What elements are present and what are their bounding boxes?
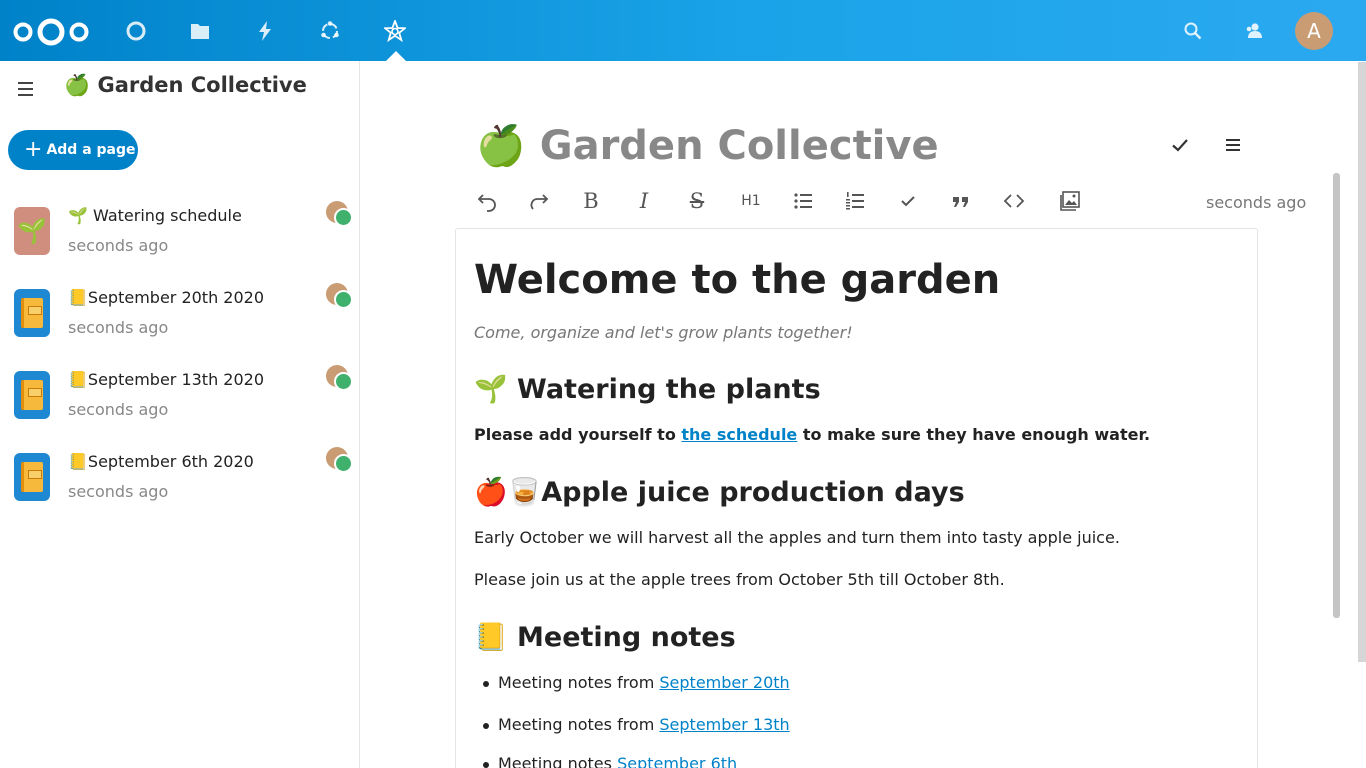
document-title-text: Garden Collective (539, 123, 939, 169)
bullet-list-button[interactable] (786, 184, 820, 218)
section-heading: 📒 Meeting notes (474, 622, 736, 653)
page-scrollbar[interactable] (1358, 62, 1366, 662)
notebook-thumbnail-icon (14, 453, 50, 501)
contacts-icon (1246, 23, 1262, 38)
undo-icon (477, 194, 496, 212)
title-emoji: 🍏 (476, 123, 526, 169)
bullet-list-icon (794, 193, 812, 209)
undo-button[interactable] (470, 184, 504, 218)
page-list-item[interactable]: 📒September 6th 2020 seconds ago (0, 443, 359, 525)
folder-icon (191, 24, 209, 39)
page-editors-avatars (326, 201, 356, 231)
checkmark-icon (1172, 139, 1188, 152)
add-page-label: Add a page (46, 142, 136, 158)
page-list: 🌱 🌱 Watering schedule seconds ago 📒Septe… (0, 197, 359, 525)
italic-button[interactable]: I (627, 184, 661, 218)
code-icon (1003, 194, 1025, 208)
dashboard-app-button[interactable] (119, 14, 153, 48)
add-page-button[interactable]: + Add a page (8, 130, 138, 170)
sync-circles-icon (321, 21, 339, 39)
page-title: 📒September 20th 2020 (68, 288, 265, 307)
bold-button[interactable]: B (574, 184, 608, 218)
search-button[interactable] (1176, 14, 1210, 48)
plus-icon: + (24, 137, 43, 162)
activity-app-button[interactable] (248, 14, 282, 48)
section-heading: 🍎🥃Apple juice production days (474, 477, 965, 508)
paragraph: Please add yourself to the schedule to m… (474, 425, 1151, 444)
meeting-notes-link[interactable]: September 13th (659, 715, 789, 734)
done-button[interactable] (1165, 130, 1195, 160)
page-timestamp: seconds ago (68, 236, 169, 255)
checkmark-icon (901, 196, 915, 207)
sidebar: 🍏 Garden Collective + Add a page 🌱 🌱 Wat… (0, 61, 360, 768)
document-title[interactable]: 🍏 Garden Collective (476, 122, 939, 169)
text-editor[interactable]: Welcome to the garden Come, organize and… (455, 228, 1258, 768)
page-title: 📒September 6th 2020 (68, 452, 254, 471)
page-list-item[interactable]: 📒September 13th 2020 seconds ago (0, 361, 359, 443)
user-avatar[interactable]: A (1295, 12, 1333, 50)
paragraph: Please join us at the apple trees from O… (474, 570, 1005, 589)
collectives-star-icon (384, 20, 406, 42)
page-timestamp: seconds ago (68, 318, 169, 337)
files-app-button[interactable] (183, 14, 217, 48)
active-app-indicator (386, 51, 406, 61)
collective-name: 🍏 Garden Collective (64, 73, 307, 98)
page-list-item[interactable]: 🌱 🌱 Watering schedule seconds ago (0, 197, 359, 279)
page-title: 🌱 Watering schedule (68, 206, 242, 225)
paragraph: Early October we will harvest all the ap… (474, 528, 1120, 547)
numbered-list-button[interactable] (838, 184, 872, 218)
page-editors-avatars (326, 447, 356, 477)
page-title: 📒September 13th 2020 (68, 370, 265, 389)
editor-scrollbar[interactable] (1333, 173, 1340, 618)
section-heading: 🌱 Watering the plants (474, 374, 821, 405)
circle-icon (126, 21, 146, 41)
page-editors-avatars (326, 283, 356, 313)
circles-app-button[interactable] (313, 14, 347, 48)
collectives-app-button[interactable] (378, 14, 412, 48)
content-subtitle: Come, organize and let's grow plants tog… (474, 323, 853, 342)
content-heading: Welcome to the garden (474, 257, 1001, 303)
image-icon (1060, 191, 1080, 211)
notebook-thumbnail-icon (14, 289, 50, 337)
schedule-link[interactable]: the schedule (681, 425, 797, 444)
lightning-icon (259, 21, 271, 41)
search-icon (1184, 22, 1202, 40)
notebook-thumbnail-icon (14, 371, 50, 419)
nextcloud-logo-icon[interactable] (12, 16, 90, 48)
last-saved-time: seconds ago (1206, 193, 1307, 212)
redo-button[interactable] (522, 184, 556, 218)
strikethrough-button[interactable]: S (680, 184, 714, 218)
collective-title-text: Garden Collective (97, 73, 307, 97)
page-editors-avatars (326, 365, 356, 395)
list-item: Meeting notes from September 13th (483, 715, 790, 734)
meeting-notes-link[interactable]: September 6th (617, 754, 737, 768)
top-header: A (0, 0, 1366, 61)
meeting-notes-link[interactable]: September 20th (659, 673, 789, 692)
page-actions-menu-button[interactable] (1218, 130, 1248, 160)
redo-icon (530, 194, 549, 210)
contacts-button[interactable] (1237, 14, 1271, 48)
plant-thumbnail-icon: 🌱 (14, 207, 50, 255)
numbered-list-icon (846, 192, 864, 210)
menu-icon (1226, 139, 1240, 151)
list-item: Meeting notes September 6th (482, 754, 737, 768)
collective-emoji: 🍏 (64, 73, 91, 97)
page-timestamp: seconds ago (68, 400, 169, 419)
blockquote-button[interactable] (944, 184, 978, 218)
quote-icon (953, 197, 968, 207)
code-block-button[interactable] (997, 184, 1031, 218)
page-timestamp: seconds ago (68, 482, 169, 501)
menu-toggle-icon[interactable] (12, 77, 40, 101)
list-item: Meeting notes from September 20th (483, 673, 790, 692)
checklist-button[interactable] (891, 184, 925, 218)
insert-image-button[interactable] (1053, 184, 1087, 218)
heading-button[interactable]: H1 (734, 184, 768, 218)
page-list-item[interactable]: 📒September 20th 2020 seconds ago (0, 279, 359, 361)
